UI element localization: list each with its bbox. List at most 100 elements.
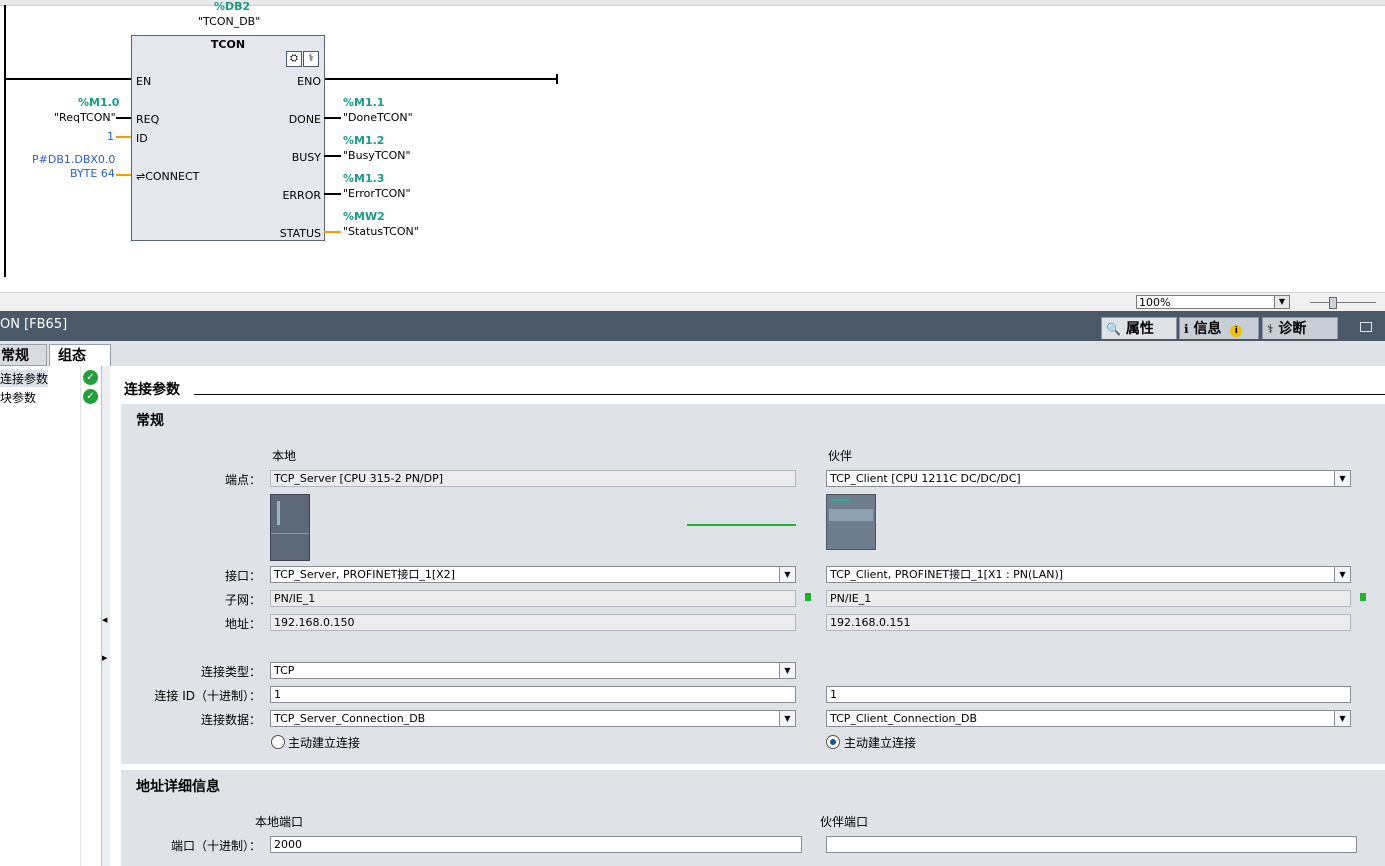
endpoint-label: 端点： [224, 473, 261, 487]
diagnostics-icon[interactable]: ⚕ [303, 51, 319, 67]
subnet-label: 子网： [224, 593, 261, 607]
network-link-line [687, 524, 796, 526]
nav-splitter[interactable]: ◀ ▶ [101, 366, 110, 866]
check-icon: ✓ [83, 389, 98, 404]
zoom-value: 100% [1139, 296, 1171, 309]
tab-general[interactable]: 常规 [0, 344, 47, 366]
config-nav: 连接参数 ✓ 块参数 ✓ [0, 366, 102, 866]
req-operand[interactable]: "ReqTCON" [54, 111, 116, 124]
chevron-down-icon[interactable]: ▼ [779, 711, 795, 726]
conn-type-label: 连接类型： [200, 665, 261, 679]
chevron-down-icon[interactable]: ▼ [1334, 711, 1350, 726]
power-rail [4, 5, 6, 277]
connect-operand-line2[interactable]: BYTE 64 [70, 167, 115, 180]
error-operand[interactable]: "ErrorTCON" [343, 187, 411, 200]
partner-active-label[interactable]: 主动建立连接 [844, 734, 916, 751]
address-details-panel: 地址详细信息 本地端口 伙伴端口 端口（十进制）： 2000 [121, 770, 1385, 866]
busy-address: %M1.2 [343, 134, 385, 147]
tab-info-label: 信息 [1193, 321, 1222, 337]
pin-id: ID [136, 132, 148, 145]
tab-configuration-label: 组态 [58, 348, 86, 364]
connect-operand-line1[interactable]: P#DB1.DBX0.0 [32, 153, 115, 166]
check-icon: ✓ [83, 370, 98, 385]
zoom-slider-thumb[interactable] [1329, 297, 1337, 309]
chevron-down-icon[interactable]: ▼ [1274, 296, 1289, 308]
partner-interface-value: TCP_Client, PROFINET接口_1[X1 : PN(LAN)] [830, 568, 1064, 581]
local-port-header: 本地端口 [255, 815, 304, 829]
nav-item-connection-params[interactable]: 连接参数 [0, 370, 49, 387]
info-icon: ℹ [1184, 322, 1189, 336]
device-divider [271, 533, 309, 534]
collapse-left-icon[interactable]: ◀ [102, 616, 107, 624]
error-wire [324, 193, 341, 195]
status-operand[interactable]: "StatusTCON" [343, 225, 419, 238]
tab-diagnostics-label: 诊断 [1278, 321, 1307, 337]
diagnostics-tab-icon: ⚕ [1267, 322, 1274, 336]
tab-info[interactable]: ℹ 信息 i [1179, 317, 1259, 339]
local-port-input[interactable]: 2000 [270, 836, 802, 853]
pin-busy: BUSY [291, 151, 321, 164]
properties-icon: 🔍 [1106, 322, 1121, 336]
req-wire [116, 117, 131, 119]
eno-wire-end [556, 74, 558, 84]
partner-endpoint-value: TCP_Client [CPU 1211C DC/DC/DC] [830, 472, 1021, 485]
cpu-1211c-device-image [826, 494, 876, 550]
pin-eno: ENO [297, 75, 321, 88]
db-name[interactable]: "TCON_DB" [198, 15, 260, 28]
local-active-label[interactable]: 主动建立连接 [288, 734, 360, 751]
pin-en: EN [136, 75, 152, 88]
partner-endpoint-select[interactable]: TCP_Client [CPU 1211C DC/DC/DC] ▼ [826, 470, 1351, 487]
chevron-down-icon[interactable]: ▼ [779, 663, 795, 678]
chevron-down-icon[interactable]: ▼ [1334, 567, 1350, 582]
config-content: 连接参数 常规 本地 伙伴 端点： TCP_Server [CPU 315-2 … [110, 366, 1385, 866]
partner-conn-id-input[interactable]: 1 [826, 686, 1351, 703]
chevron-down-icon[interactable]: ▼ [779, 567, 795, 582]
chevron-down-icon[interactable]: ▼ [1334, 471, 1350, 486]
tcon-block[interactable]: TCON ⛭ ⚕ EN ENO REQ DONE ID BUSY ⇌CONNEC… [131, 35, 325, 241]
zoom-select[interactable]: 100% ▼ [1136, 295, 1290, 309]
pin-done: DONE [288, 113, 321, 126]
inspector-title: ON [FB65] [0, 317, 68, 332]
status-address: %MW2 [343, 210, 385, 223]
expand-right-icon[interactable]: ▶ [102, 654, 107, 662]
network-port-icon [1360, 593, 1366, 601]
partner-conn-data-select[interactable]: TCP_Client_Connection_DB ▼ [826, 710, 1351, 727]
local-active-radio[interactable] [271, 735, 285, 749]
connect-wire [116, 174, 131, 176]
local-conn-id-input[interactable]: 1 [270, 686, 796, 703]
done-wire [324, 117, 341, 119]
local-conn-data-select[interactable]: TCP_Server_Connection_DB ▼ [270, 710, 796, 727]
inspector-header: ON [FB65] [0, 311, 1385, 341]
restore-icon[interactable] [1360, 322, 1372, 332]
conn-data-label: 连接数据： [200, 713, 261, 727]
conn-type-select[interactable]: TCP ▼ [270, 662, 796, 679]
pin-req: REQ [136, 113, 160, 126]
local-address-field: 192.168.0.150 [270, 614, 796, 631]
tab-general-label: 常规 [1, 348, 29, 364]
partner-port-header: 伙伴端口 [820, 815, 869, 829]
local-interface-select[interactable]: TCP_Server, PROFINET接口_1[X2] ▼ [270, 566, 796, 583]
local-interface-value: TCP_Server, PROFINET接口_1[X2] [274, 568, 455, 581]
done-address: %M1.1 [343, 96, 385, 109]
tab-properties[interactable]: 🔍 属性 [1101, 317, 1177, 339]
partner-interface-select[interactable]: TCP_Client, PROFINET接口_1[X1 : PN(LAN)] ▼ [826, 566, 1351, 583]
tab-configuration[interactable]: 组态 [49, 344, 111, 366]
partner-conn-data-value: TCP_Client_Connection_DB [830, 712, 977, 725]
nav-item-label: 块参数 [0, 391, 37, 405]
pin-status: STATUS [279, 227, 321, 240]
partner-port-input[interactable] [826, 836, 1357, 853]
partner-active-radio[interactable] [826, 735, 840, 749]
zoom-slider-track[interactable] [1310, 302, 1376, 303]
tab-properties-label: 属性 [1125, 321, 1154, 337]
block-config-icon[interactable]: ⛭ [286, 51, 302, 67]
pin-connect: ⇌CONNECT [136, 170, 200, 183]
nav-item-block-params[interactable]: 块参数 [0, 389, 36, 406]
tab-diagnostics[interactable]: ⚕ 诊断 [1262, 317, 1338, 339]
busy-operand[interactable]: "BusyTCON" [343, 149, 411, 162]
done-operand[interactable]: "DoneTCON" [343, 111, 413, 124]
section-rule [194, 394, 1385, 395]
address-details-title: 地址详细信息 [136, 779, 220, 795]
device-panel [829, 509, 873, 521]
id-operand[interactable]: 1 [107, 130, 114, 143]
partner-header: 伙伴 [828, 449, 853, 463]
